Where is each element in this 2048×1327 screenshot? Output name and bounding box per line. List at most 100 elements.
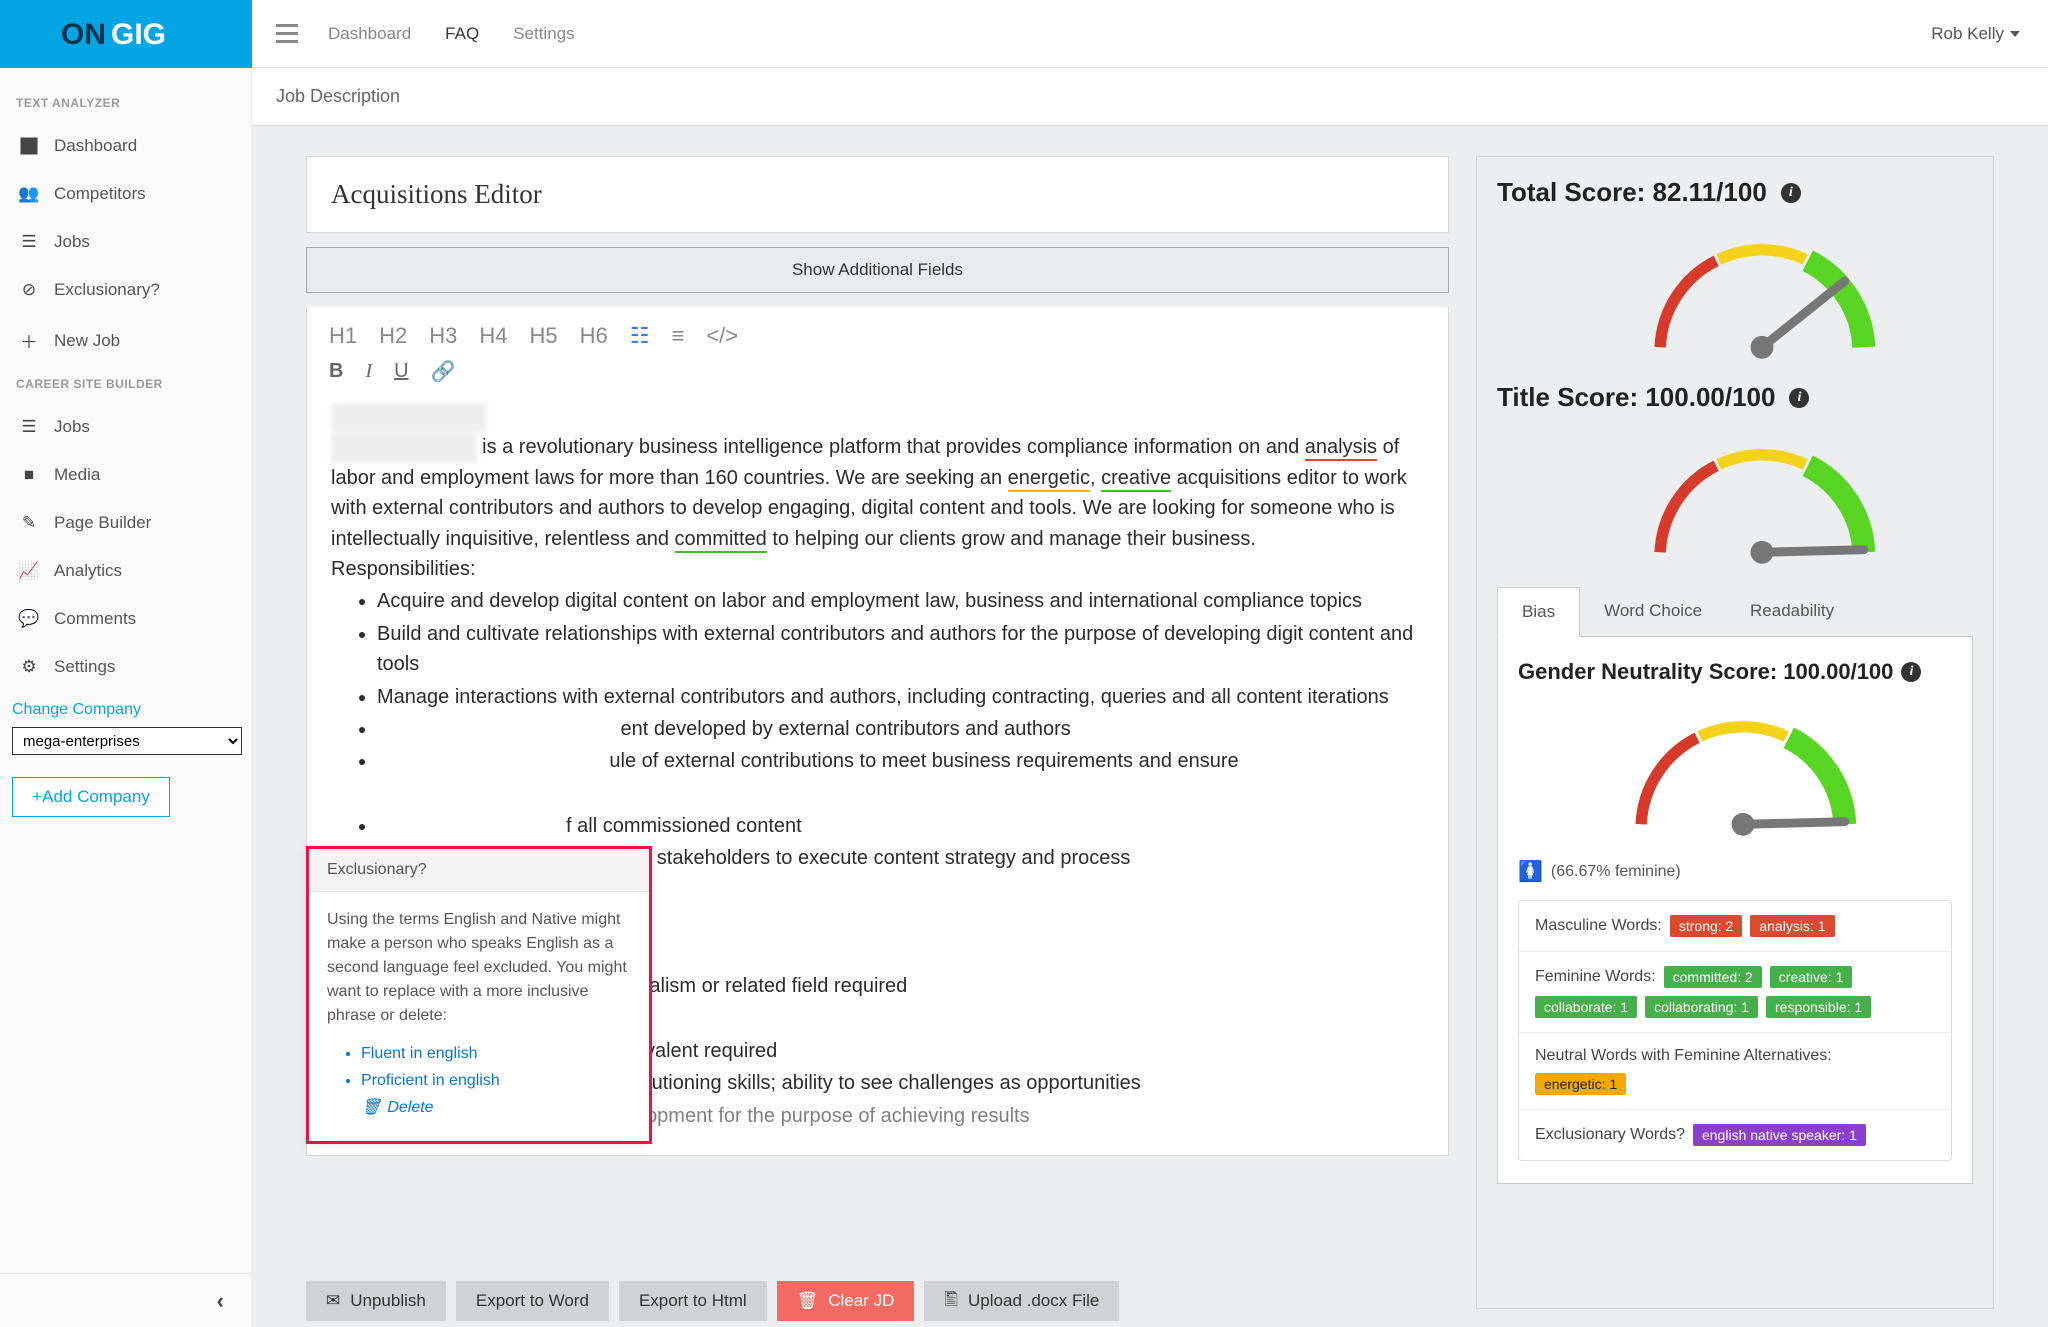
- responsibilities-label: Responsibilities:: [331, 554, 1424, 584]
- add-company-button[interactable]: +Add Company: [12, 777, 170, 817]
- exclusionary-words-row: Exclusionary Words? english native speak…: [1519, 1110, 1951, 1160]
- info-icon[interactable]: i: [1781, 183, 1801, 203]
- redacted-text: xxxxxxxx xxxxxxx: [331, 402, 487, 432]
- title-score-label: Title Score: 100.00/100 i: [1497, 382, 1973, 413]
- sidebar-item-new-job[interactable]: ＋New Job: [12, 314, 239, 367]
- sidebar-item-label: Competitors: [54, 184, 146, 204]
- export-html-button[interactable]: Export to Html: [619, 1281, 767, 1321]
- title-score-gauge: [1607, 425, 1917, 565]
- menu-toggle-icon[interactable]: [276, 24, 298, 42]
- gender-neutrality-label: Gender Neutrality Score: 100.00/100 i: [1518, 659, 1952, 685]
- info-icon[interactable]: i: [1901, 662, 1921, 682]
- highlight-committed[interactable]: committed: [675, 528, 767, 553]
- people-icon: 👥: [18, 184, 40, 204]
- toolbar-h6[interactable]: H6: [580, 323, 608, 349]
- highlight-energetic[interactable]: energetic: [1008, 467, 1090, 492]
- neutral-words-row: Neutral Words with Feminine Alternatives…: [1519, 1033, 1951, 1110]
- feminine-percentage: 🚺 (66.67% feminine): [1518, 859, 1952, 884]
- trash-icon: 🗑: [797, 1291, 819, 1311]
- badge-energetic[interactable]: energetic: 1: [1535, 1073, 1626, 1095]
- nav-faq[interactable]: FAQ: [445, 24, 479, 44]
- sidebar-item-label: Jobs: [54, 417, 90, 437]
- sidebar-collapse-button[interactable]: ‹: [0, 1273, 252, 1327]
- badge-collaborate[interactable]: collaborate: 1: [1535, 996, 1637, 1018]
- sidebar-item-label: Dashboard: [54, 136, 137, 156]
- toolbar-code-icon[interactable]: </>: [706, 323, 738, 349]
- sidebar: TEXT ANALYZER 🏿Dashboard 👥Competitors ☰J…: [0, 68, 252, 1327]
- word-analysis-section: Masculine Words: strong: 2 analysis: 1 F…: [1518, 900, 1952, 1161]
- highlight-analysis[interactable]: analysis: [1305, 436, 1377, 461]
- total-score-gauge: [1607, 220, 1917, 360]
- female-icon: 🚺: [1518, 859, 1543, 884]
- nav-dashboard[interactable]: Dashboard: [328, 24, 411, 44]
- sidebar-item-settings[interactable]: ⚙Settings: [12, 643, 239, 691]
- feminine-words-row: Feminine Words: committed: 2 creative: 1…: [1519, 952, 1951, 1033]
- toolbar-h1[interactable]: H1: [329, 323, 357, 349]
- badge-english-native-speaker[interactable]: english native speaker: 1: [1693, 1124, 1866, 1146]
- sidebar-item-media[interactable]: ■Media: [12, 451, 239, 499]
- main-area: Acquisitions Editor Show Additional Fiel…: [252, 126, 2048, 1327]
- sidebar-item-competitors[interactable]: 👥 Competitors: [12, 170, 239, 218]
- masculine-words-row: Masculine Words: strong: 2 analysis: 1: [1519, 901, 1951, 952]
- chart-icon: 📈: [18, 561, 40, 581]
- show-additional-fields-button[interactable]: Show Additional Fields: [306, 247, 1449, 293]
- toolbar-h3[interactable]: H3: [429, 323, 457, 349]
- popup-option-fluent[interactable]: Fluent in english: [361, 1042, 631, 1066]
- sidebar-item-exclusionary[interactable]: ⊘Exclusionary?: [12, 266, 239, 314]
- gauge-icon: 🏿: [18, 136, 40, 156]
- highlight-creative[interactable]: creative: [1101, 467, 1171, 492]
- breadcrumb: Job Description: [252, 68, 2048, 126]
- toolbar-ordered-list-icon[interactable]: ≡: [671, 323, 684, 349]
- sidebar-item-label: New Job: [54, 331, 120, 351]
- upload-docx-button[interactable]: 🖺Upload .docx File: [924, 1281, 1119, 1321]
- toolbar-unordered-list-icon[interactable]: ☷: [630, 323, 650, 349]
- toolbar-h5[interactable]: H5: [530, 323, 558, 349]
- tab-word-choice[interactable]: Word Choice: [1580, 587, 1726, 636]
- popup-option-proficient[interactable]: Proficient in english: [361, 1069, 631, 1093]
- user-menu[interactable]: Rob Kelly: [1931, 0, 2020, 68]
- feminine-pct-text: (66.67% feminine): [1551, 863, 1681, 881]
- popup-option-delete[interactable]: 🗑Delete: [361, 1096, 631, 1120]
- change-company-link[interactable]: Change Company: [12, 691, 239, 727]
- row-label: Neutral Words with Feminine Alternatives…: [1535, 1047, 1935, 1065]
- toolbar-bold-icon[interactable]: B: [329, 360, 343, 383]
- toolbar-italic-icon[interactable]: I: [365, 360, 372, 383]
- content-text: is a revolutionary business intelligence…: [482, 436, 1305, 458]
- export-word-button[interactable]: Export to Word: [456, 1281, 609, 1321]
- unpublish-button[interactable]: ✉Unpublish: [306, 1281, 446, 1321]
- toolbar-h2[interactable]: H2: [379, 323, 407, 349]
- list-item: Acquire and develop digital content on l…: [377, 586, 1424, 616]
- toolbar-underline-icon[interactable]: U: [394, 360, 408, 383]
- score-text: Total Score: 82.11/100: [1497, 177, 1767, 208]
- badge-analysis[interactable]: analysis: 1: [1750, 915, 1834, 937]
- badge-creative[interactable]: creative: 1: [1770, 966, 1853, 988]
- sidebar-item-label: Analytics: [54, 561, 122, 581]
- badge-strong[interactable]: strong: 2: [1670, 915, 1742, 937]
- toolbar-h4[interactable]: H4: [479, 323, 507, 349]
- sidebar-item-label: Page Builder: [54, 513, 151, 533]
- logo[interactable]: ON GIG: [0, 0, 252, 68]
- list-item: Manage interactions with external contri…: [377, 682, 1424, 712]
- sidebar-item-jobs-2[interactable]: ☰Jobs: [12, 403, 239, 451]
- editor-heading-toolbar: H1 H2 H3 H4 H5 H6 ☷ ≡ </>: [307, 307, 1448, 359]
- sidebar-item-dashboard[interactable]: 🏿 Dashboard: [12, 122, 239, 170]
- company-select[interactable]: mega-enterprises: [12, 727, 242, 755]
- score-text: Title Score: 100.00/100: [1497, 382, 1775, 413]
- top-header: ON GIG Dashboard FAQ Settings Rob Kelly: [0, 0, 2048, 68]
- clear-jd-button[interactable]: 🗑Clear JD: [777, 1281, 915, 1321]
- sidebar-item-jobs[interactable]: ☰Jobs: [12, 218, 239, 266]
- popup-option-label: Delete: [387, 1096, 433, 1120]
- toolbar-link-icon[interactable]: 🔗: [431, 359, 456, 384]
- tab-readability[interactable]: Readability: [1726, 587, 1858, 636]
- sidebar-item-comments[interactable]: 💬Comments: [12, 595, 239, 643]
- badge-responsible[interactable]: responsible: 1: [1766, 996, 1871, 1018]
- sidebar-item-page-builder[interactable]: ✎Page Builder: [12, 499, 239, 547]
- nav-settings[interactable]: Settings: [513, 24, 574, 44]
- badge-collaborating[interactable]: collaborating: 1: [1645, 996, 1758, 1018]
- content-text: ,: [1090, 467, 1101, 489]
- total-score-label: Total Score: 82.11/100 i: [1497, 177, 1973, 208]
- info-icon[interactable]: i: [1789, 388, 1809, 408]
- sidebar-item-analytics[interactable]: 📈 Analytics: [12, 547, 239, 595]
- tab-bias[interactable]: Bias: [1497, 587, 1580, 637]
- badge-committed[interactable]: committed: 2: [1664, 966, 1762, 988]
